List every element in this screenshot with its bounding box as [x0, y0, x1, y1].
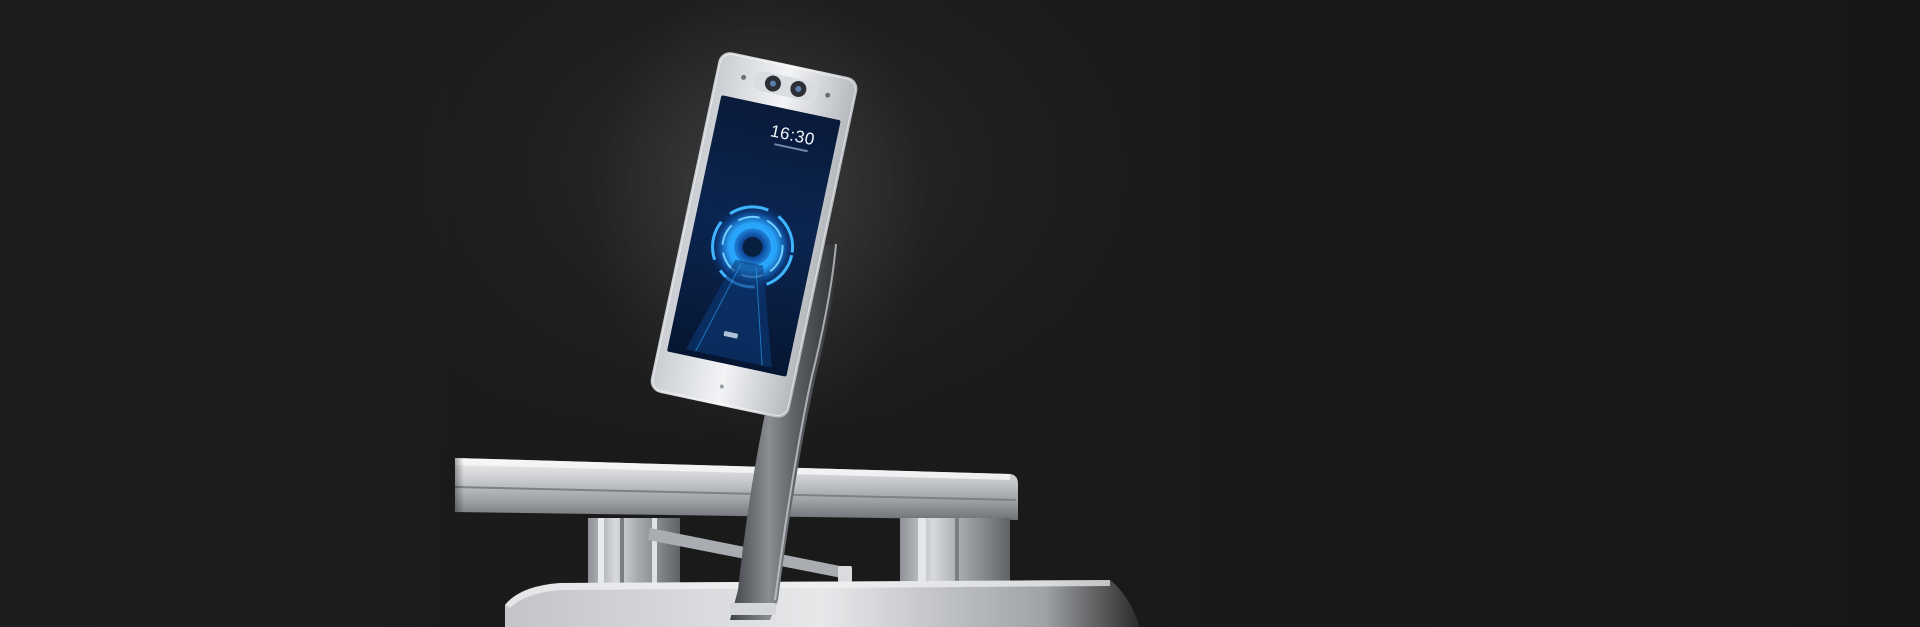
product-scene: 16:30 — [440, 0, 1140, 627]
product-banner: 16:30 — [0, 0, 1920, 627]
